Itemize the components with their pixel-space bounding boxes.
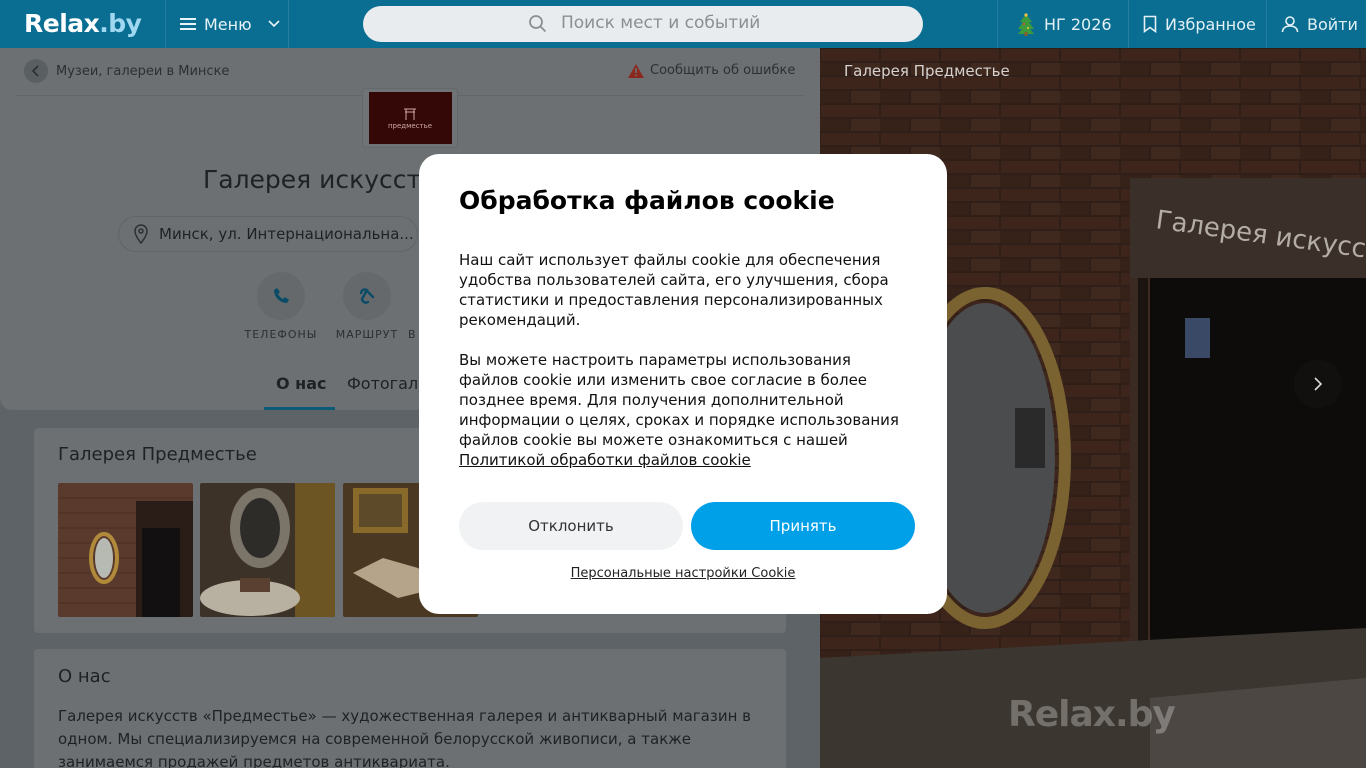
decline-button[interactable]: Отклонить [459,502,683,550]
search-placeholder: Поиск мест и событий [561,13,761,33]
cookie-paragraph-2-text: Вы можете настроить параметры использова… [459,351,899,449]
phones-action[interactable]: ТЕЛЕФОНЫ [236,272,326,341]
chevron-down-icon [268,20,280,28]
chevron-right-icon [1314,377,1323,391]
organization-logo: предместье [362,88,458,148]
user-icon [1281,16,1299,33]
search-icon [529,15,547,33]
next-photo-button[interactable] [1294,360,1342,408]
cookie-consent-dialog: Обработка файлов cookie Наш сайт использ… [419,154,947,614]
back-arrow-icon[interactable] [24,59,48,83]
accept-button[interactable]: Принять [691,502,915,550]
gallery-thumbnail[interactable] [200,483,335,617]
gallery-card-title: Галерея Предместье [58,444,257,465]
report-error-label[interactable]: Сообщить об ошибке [650,63,795,78]
report-error-link[interactable]: Сообщить об ошибке [628,63,795,78]
search-input[interactable]: Поиск мест и событий [363,6,923,42]
photo-title: Галерея Предместье [844,62,1010,80]
warning-icon [628,63,644,78]
christmas-tree-icon [1018,13,1034,36]
cookie-paragraph-1: Наш сайт использует файлы cookie для обе… [459,251,889,329]
route-action[interactable]: МАРШРУТ [322,272,412,341]
breadcrumb-label[interactable]: Музеи, галереи в Минске [56,64,229,79]
more-label: В [408,328,417,341]
favorites-link[interactable]: Избранное [1128,0,1266,48]
address-button[interactable]: Минск, ул. Интернациональна... [118,216,418,252]
cookie-dialog-title: Обработка файлов cookie [459,186,835,215]
phones-label: ТЕЛЕФОНЫ [244,328,318,341]
about-title: О нас [58,666,111,687]
new-year-label: НГ 2026 [1044,14,1112,34]
favorites-label: Избранное [1165,14,1256,34]
tab-photos[interactable]: Фотогале [347,374,419,393]
watermark-logo: Relax.by [1008,694,1176,735]
menu-label: Меню [204,14,252,34]
route-icon[interactable] [343,272,391,320]
route-label: МАРШРУТ [335,328,399,341]
cookie-settings-link[interactable]: Персональные настройки Cookie [419,566,947,581]
menu-button[interactable]: Меню [165,0,289,48]
breadcrumb[interactable]: Музеи, галереи в Минске [24,59,229,83]
cookie-policy-link[interactable]: Политикой обработки файлов cookie [459,451,751,469]
about-text: Галерея искусств «Предместье» — художест… [58,707,751,768]
login-link[interactable]: Войти [1266,0,1366,48]
page-title: Галерея искусств [203,165,436,194]
new-year-link[interactable]: НГ 2026 [997,0,1128,48]
phone-icon[interactable] [257,272,305,320]
gallery-thumbnail[interactable] [58,483,193,617]
cookie-paragraph-2: Вы можете настроить параметры использова… [459,350,914,470]
tab-about[interactable]: О нас [276,374,327,393]
location-pin-icon [134,224,148,244]
active-tab-indicator [264,407,335,410]
logo-text: предместье [387,122,433,130]
address-label: Минск, ул. Интернациональна... [159,225,414,243]
login-label: Войти [1307,14,1358,34]
site-logo[interactable]: Relax.by [24,9,142,38]
gate-logo-icon [404,108,416,120]
cookie-dialog-text: Наш сайт использует файлы cookie для обе… [459,250,914,470]
bookmark-icon [1143,15,1157,33]
hamburger-icon [180,18,196,30]
top-header: Relax.by Меню Поиск мест и событий НГ 20… [0,0,1366,48]
